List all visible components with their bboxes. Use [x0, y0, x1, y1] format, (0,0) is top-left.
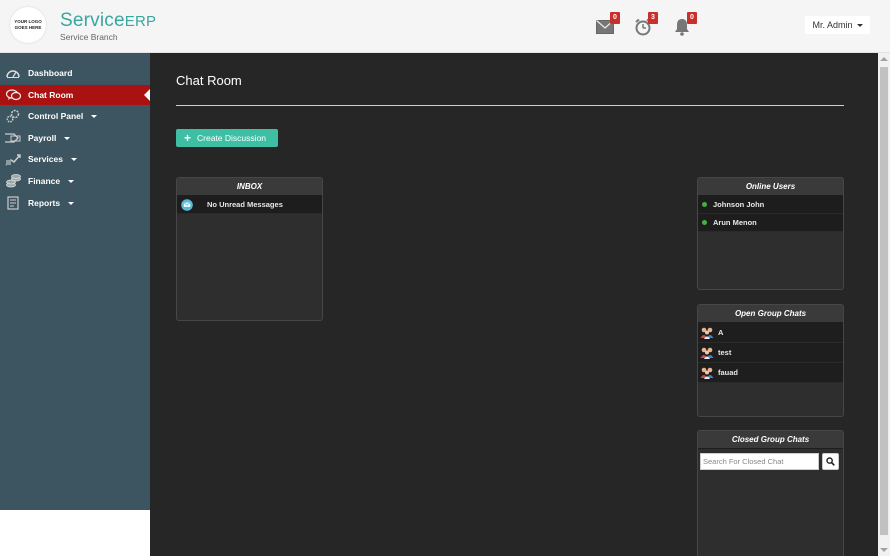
chevron-down-icon [856, 23, 863, 27]
scroll-down-icon[interactable] [880, 548, 888, 552]
sidebar-item-finance[interactable]: Finance [0, 171, 150, 191]
logo-text-line2: GOES HERE [14, 25, 42, 30]
brand-subtitle: Service Branch [60, 32, 118, 42]
sidebar-item-chat-room[interactable]: Chat Room [0, 85, 150, 105]
create-discussion-button[interactable]: + Create Discussion [176, 129, 278, 147]
coins-icon [5, 174, 21, 188]
top-header: YOUR LOGO GOES HERE ServiceERP Service B… [0, 0, 890, 53]
sidebar-item-services[interactable]: Services [0, 149, 150, 169]
page-scrollbar[interactable] [878, 53, 890, 556]
brand-main: Service [60, 10, 125, 31]
payroll-icon [5, 131, 21, 145]
online-user-name: Johnson John [713, 200, 765, 209]
chevron-down-icon [64, 136, 71, 140]
group-chat-row[interactable]: test [698, 343, 843, 363]
sidebar-item-label: Dashboard [28, 68, 73, 78]
online-status-icon [702, 220, 707, 225]
page-title: Chat Room [176, 73, 242, 88]
open-group-chats-panel: Open Group Chats A test fauad [697, 304, 844, 417]
brand-suffix: ERP [124, 13, 157, 30]
online-user-row[interactable]: Johnson John [698, 196, 843, 214]
notifications-button[interactable]: 0 [673, 12, 697, 36]
scroll-up-icon[interactable] [880, 57, 888, 61]
online-user-row[interactable]: Arun Menon [698, 214, 843, 232]
chat-icon [5, 88, 21, 102]
reminders-badge: 3 [648, 12, 658, 24]
user-menu-button[interactable]: Mr. Admin [805, 16, 870, 34]
brand-title: ServiceERP [60, 11, 156, 32]
gears-icon [5, 109, 21, 123]
group-chat-row[interactable]: A [698, 323, 843, 343]
online-users-title: Online Users [698, 178, 843, 196]
title-divider [176, 105, 844, 106]
sidebar-item-reports[interactable]: Reports [0, 193, 150, 213]
sidebar-item-label: Reports [28, 198, 61, 208]
group-chat-name: A [718, 328, 724, 337]
message-icon [181, 198, 193, 211]
report-icon [5, 196, 21, 210]
closed-group-chats-title: Closed Group Chats [698, 431, 843, 449]
sidebar-item-label: Control Panel [28, 111, 84, 121]
inbox-panel: INBOX No Unread Messages [176, 177, 323, 321]
messages-badge: 0 [610, 12, 620, 24]
sidebar-item-label: Finance [28, 176, 61, 186]
open-group-chats-title: Open Group Chats [698, 305, 843, 323]
scrollbar-thumb[interactable] [880, 67, 888, 535]
create-discussion-label: Create Discussion [197, 133, 266, 143]
group-icon [700, 327, 714, 339]
online-users-panel: Online Users Johnson John Arun Menon [697, 177, 844, 290]
chevron-down-icon [68, 179, 75, 183]
plus-icon: + [184, 131, 192, 145]
inbox-empty-row: No Unread Messages [177, 196, 322, 214]
messages-button[interactable]: 0 [596, 12, 620, 36]
sidebar-item-label: Chat Room [28, 90, 74, 100]
search-icon [826, 457, 835, 466]
inbox-title: INBOX [177, 178, 322, 196]
sidebar: Dashboard Chat Room Control Panel Payrol… [0, 53, 150, 510]
group-chat-name: test [718, 348, 732, 357]
group-icon [700, 367, 714, 379]
group-icon [700, 347, 714, 359]
sidebar-item-label: Services [28, 154, 63, 164]
sidebar-item-control-panel[interactable]: Control Panel [0, 106, 150, 126]
closed-chat-search-button[interactable] [822, 453, 839, 470]
chevron-down-icon [68, 201, 75, 205]
reminders-button[interactable]: 3 [634, 12, 658, 36]
user-name: Mr. Admin [812, 20, 853, 30]
brand: ServiceERP Service Branch [60, 11, 156, 43]
dashboard-icon [5, 66, 21, 80]
group-chat-row[interactable]: fauad [698, 363, 843, 383]
sidebar-item-dashboard[interactable]: Dashboard [0, 63, 150, 83]
main-content: Chat Room + Create Discussion INBOX No U… [150, 53, 878, 556]
closed-group-chats-panel: Closed Group Chats [697, 430, 844, 556]
online-status-icon [702, 202, 707, 207]
inbox-message: No Unread Messages [207, 200, 283, 209]
sidebar-item-payroll[interactable]: Payroll [0, 128, 150, 148]
notifications-badge: 0 [687, 12, 697, 24]
sidebar-item-label: Payroll [28, 133, 57, 143]
online-user-name: Arun Menon [713, 218, 757, 227]
chevron-down-icon [91, 114, 98, 118]
closed-chat-search-input[interactable] [700, 453, 819, 470]
company-logo[interactable]: YOUR LOGO GOES HERE [10, 7, 46, 43]
group-chat-name: fauad [718, 368, 739, 377]
services-icon [5, 152, 21, 166]
chevron-down-icon [70, 157, 77, 161]
